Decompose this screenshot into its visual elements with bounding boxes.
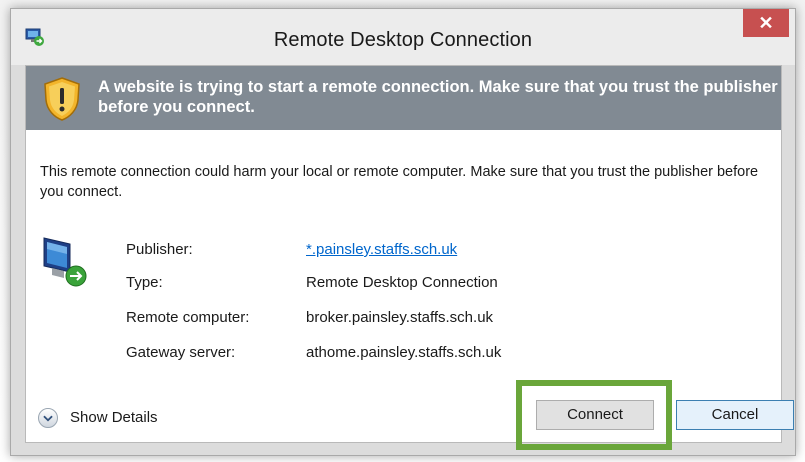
remote-computer-label: Remote computer:	[126, 309, 250, 326]
type-value: Remote Desktop Connection	[306, 274, 498, 291]
publisher-label: Publisher:	[126, 241, 193, 258]
publisher-link[interactable]: *.painsley.staffs.sch.uk	[306, 241, 457, 258]
warning-shield-icon	[44, 77, 80, 121]
dialog-content: A website is trying to start a remote co…	[25, 65, 794, 443]
dialog-window: Remote Desktop Connection ✕ A website is…	[10, 8, 796, 456]
rdp-computer-icon	[43, 237, 87, 287]
window-title: Remote Desktop Connection	[273, 29, 533, 51]
show-details-label: Show Details	[70, 409, 158, 426]
warning-message: A website is trying to start a remote co…	[98, 78, 778, 116]
remote-computer-value: broker.painsley.staffs.sch.uk	[306, 309, 494, 326]
gateway-server-label: Gateway server:	[126, 344, 236, 361]
cancel-button[interactable]: Cancel	[676, 400, 794, 430]
close-button[interactable]: ✕	[743, 9, 789, 37]
warning-banner: A website is trying to start a remote co…	[26, 66, 781, 130]
chevron-down-icon	[38, 408, 58, 428]
title-bar: Remote Desktop Connection ✕	[11, 9, 795, 65]
type-label: Type:	[126, 274, 163, 291]
connect-button[interactable]: Connect	[536, 400, 654, 430]
gateway-server-value: athome.painsley.staffs.sch.uk	[306, 344, 502, 361]
description-text: This remote connection could harm your l…	[40, 164, 759, 200]
